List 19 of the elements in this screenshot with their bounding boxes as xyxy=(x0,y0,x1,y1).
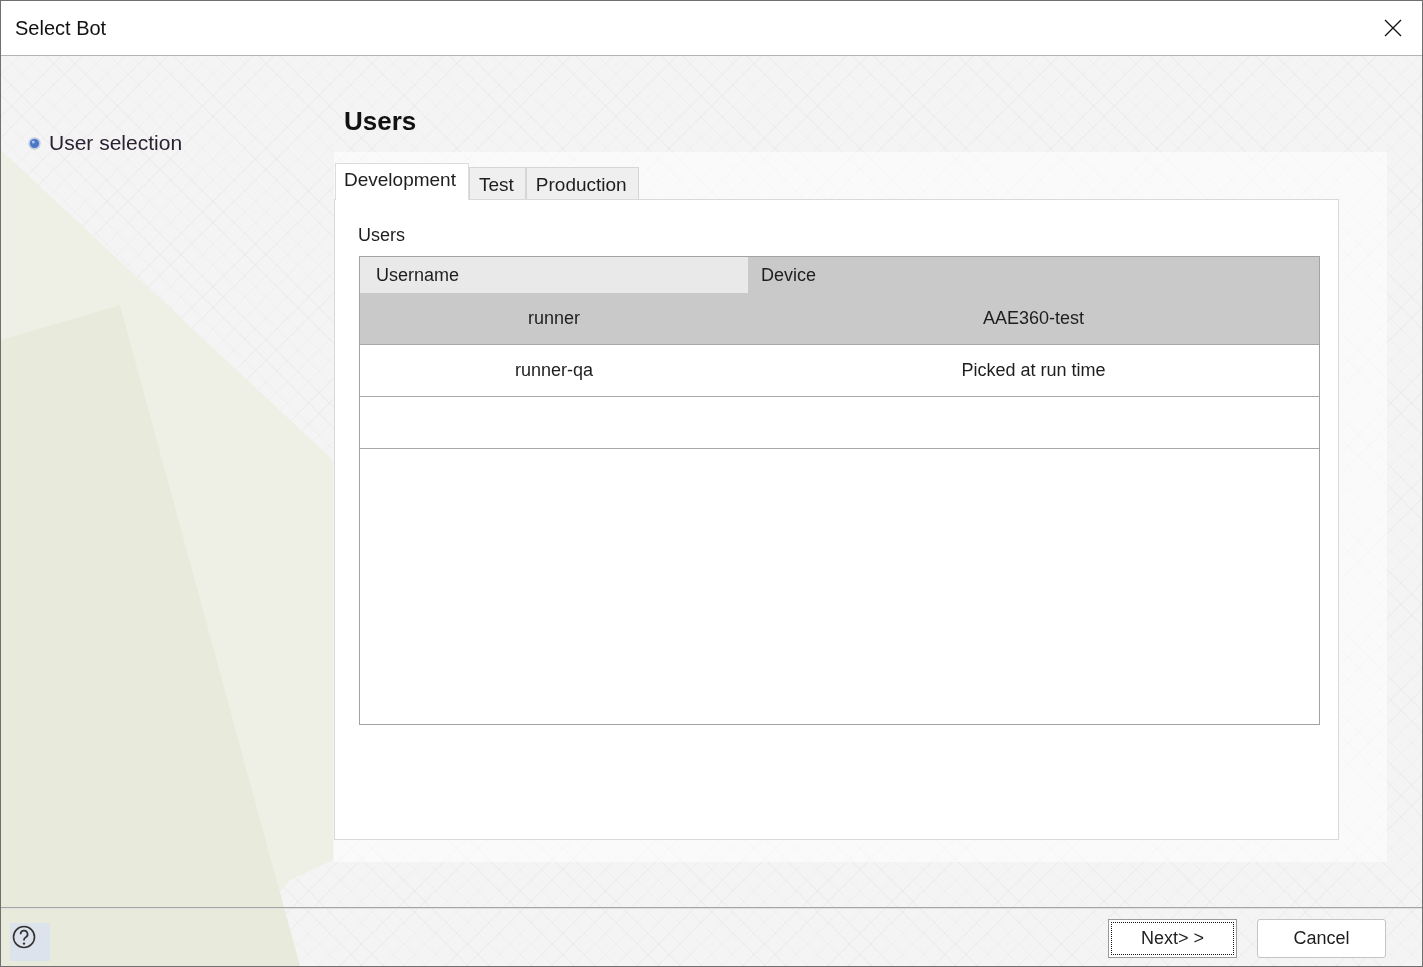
step-label[interactable]: User selection xyxy=(49,130,183,156)
tab[interactable]: Production xyxy=(525,167,639,199)
table-cell: runner xyxy=(528,308,580,329)
dialog-button[interactable]: Next> > xyxy=(1108,919,1237,958)
help-icon[interactable] xyxy=(10,922,50,961)
column-header[interactable]: Username xyxy=(360,257,748,293)
tab[interactable]: Test xyxy=(468,167,526,199)
table-cell: AAE360-test xyxy=(982,308,1085,329)
section-heading: Users xyxy=(344,106,417,136)
table-label: Users xyxy=(358,224,405,246)
table-cell: runner-qa xyxy=(514,360,593,381)
close-icon[interactable] xyxy=(1384,19,1402,37)
column-header[interactable]: Device xyxy=(748,257,1319,293)
tab[interactable]: Development xyxy=(335,163,469,200)
table-cell: Picked at run time xyxy=(961,360,1106,381)
bullet-icon xyxy=(28,136,41,150)
dialog-button[interactable]: Cancel xyxy=(1257,919,1386,958)
table-row[interactable]: runner AAE360-test xyxy=(360,293,1319,345)
window-title: Select Bot xyxy=(15,16,108,40)
